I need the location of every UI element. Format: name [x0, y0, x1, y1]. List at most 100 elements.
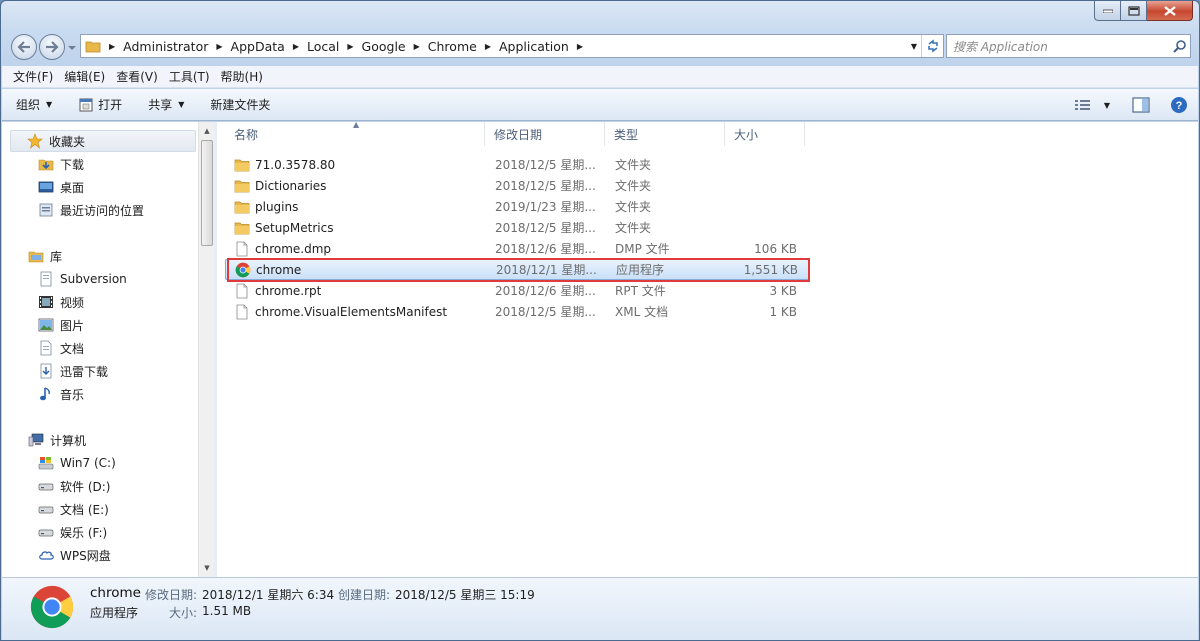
nav-item-drive-c[interactable]: Win7 (C:) [38, 452, 116, 474]
file-modified: 2018/12/5 星期... [495, 179, 596, 193]
nav-item-subversion[interactable]: Subversion [38, 268, 127, 290]
file-modified: 2018/12/6 星期... [495, 242, 596, 256]
new-folder-button[interactable]: 新建文件夹 [210, 96, 270, 113]
music-icon [38, 386, 54, 402]
nav-favorites[interactable]: 收藏夹 [10, 130, 196, 152]
maximize-icon [1127, 5, 1140, 16]
nav-computer[interactable]: 计算机 [28, 429, 86, 451]
file-row[interactable]: chrome 2018/12/1 星期... 应用程序 1,551 KB [225, 259, 809, 280]
nav-libraries[interactable]: 库 [28, 245, 62, 267]
column-header-type[interactable]: 类型 [605, 122, 725, 146]
folder-icon [85, 38, 101, 54]
breadcrumb-item[interactable]: Chrome ▶ [428, 35, 499, 57]
menu-help[interactable]: 帮助(H) [216, 66, 269, 88]
chrome-large-icon [30, 585, 74, 629]
nav-item-wps-cloud[interactable]: WPS网盘 [38, 544, 111, 566]
file-modified: 2018/12/5 星期... [495, 221, 596, 235]
details-created-label: 创建日期: [338, 588, 391, 602]
details-created-value: 2018/12/5 星期三 15:19 [395, 588, 535, 602]
open-button[interactable]: 打开 [78, 96, 122, 113]
details-pane: chrome 修改日期: 2018/12/1 星期六 6:34 创建日期: 20… [2, 577, 1198, 640]
recent-pages-button[interactable] [67, 42, 77, 52]
preview-pane-button[interactable] [1132, 97, 1150, 113]
file-row[interactable]: SetupMetrics 2018/12/5 星期... 文件夹 [225, 217, 809, 238]
nav-item-desktop[interactable]: 桌面 [38, 176, 84, 198]
preview-pane-icon [1132, 97, 1150, 113]
refresh-button[interactable] [921, 35, 943, 57]
menu-view[interactable]: 查看(V) [111, 66, 164, 88]
star-icon [27, 133, 43, 149]
computer-icon [28, 432, 44, 448]
breadcrumb-root-chevron[interactable]: ▶ [101, 35, 123, 57]
search-input[interactable]: 搜索 Application [946, 34, 1191, 58]
details-file-name: chrome [90, 585, 141, 601]
menu-file[interactable]: 文件(F) [8, 66, 59, 88]
file-type: XML 文档 [615, 305, 669, 319]
command-bar: 组织 ▼ 打开 共享 ▼ 新建文件夹 ▼ ? [2, 89, 1198, 121]
nav-item-documents[interactable]: 文档 [38, 337, 84, 359]
nav-item-drive-e[interactable]: 文档 (E:) [38, 498, 109, 520]
navigation-tree: 收藏夹 下载 桌面 最近访问的位置 库 Subversion 视频 图片 文档 … [2, 122, 198, 577]
column-header-modified[interactable]: 修改日期 [485, 122, 605, 146]
file-row[interactable]: Dictionaries 2018/12/5 星期... 文件夹 [225, 175, 809, 196]
library-icon [28, 248, 44, 264]
view-options-button[interactable]: ▼ [1104, 101, 1110, 110]
explorer-window: ▶ Administrator ▶ AppData ▶ Local ▶ Google ▶… [0, 0, 1200, 641]
nav-item-downloads[interactable]: 下载 [38, 153, 84, 175]
nav-item-thunder-downloads[interactable]: 迅雷下载 [38, 360, 108, 382]
file-row[interactable]: chrome.rpt 2018/12/6 星期... RPT 文件 3 KB [225, 280, 809, 301]
scroll-down-arrow[interactable]: ▼ [199, 560, 215, 576]
file-name: chrome.dmp [255, 241, 332, 256]
file-row[interactable]: chrome.dmp 2018/12/6 星期... DMP 文件 106 KB [225, 238, 809, 259]
menu-edit[interactable]: 编辑(E) [59, 66, 111, 88]
address-bar[interactable]: ▶ Administrator ▶ AppData ▶ Local ▶ Google ▶… [80, 34, 944, 58]
file-icon [234, 304, 250, 320]
close-button[interactable] [1147, 1, 1193, 21]
nav-item-videos[interactable]: 视频 [38, 291, 84, 313]
file-name-cell: chrome.rpt [225, 283, 485, 299]
nav-item-pictures[interactable]: 图片 [38, 314, 84, 336]
file-name-cell: 71.0.3578.80 [225, 157, 485, 173]
file-size: 1 KB [769, 304, 797, 319]
scroll-up-arrow[interactable]: ▲ [199, 123, 215, 139]
scrollbar-thumb[interactable] [201, 140, 213, 246]
file-row[interactable]: plugins 2019/1/23 星期... 文件夹 [225, 196, 809, 217]
nav-item-recent-places[interactable]: 最近访问的位置 [38, 199, 144, 221]
column-header-name[interactable]: 名称 ▲ [225, 120, 485, 146]
minimize-button[interactable] [1094, 1, 1121, 21]
menu-bar: 文件(F) 编辑(E) 查看(V) 工具(T) 帮助(H) [2, 66, 1198, 88]
share-button[interactable]: 共享 ▼ [148, 96, 184, 113]
file-type: DMP 文件 [615, 242, 670, 256]
chevron-down-icon [68, 46, 76, 50]
file-size: 3 KB [769, 283, 797, 298]
file-size: 106 KB [754, 241, 797, 256]
breadcrumb-item[interactable]: Administrator ▶ [123, 35, 230, 57]
file-row[interactable]: chrome.VisualElementsManifest 2018/12/5 星… [225, 301, 809, 322]
open-icon [79, 98, 93, 111]
breadcrumb-item[interactable]: Local ▶ [307, 35, 362, 57]
window-caption-buttons [1094, 1, 1193, 21]
address-dropdown-button[interactable]: ▼ [907, 35, 921, 57]
breadcrumb-item[interactable]: Application ▶ [499, 35, 591, 57]
maximize-button[interactable] [1121, 1, 1147, 21]
help-button[interactable]: ? [1170, 96, 1188, 114]
forward-button[interactable] [39, 34, 65, 60]
desktop-icon [38, 179, 54, 195]
back-button[interactable] [11, 34, 37, 60]
file-row[interactable]: 71.0.3578.80 2018/12/5 星期... 文件夹 [225, 154, 809, 175]
search-icon[interactable] [1170, 36, 1190, 56]
file-type: 文件夹 [615, 158, 652, 172]
change-view-button[interactable] [1074, 98, 1092, 112]
nav-item-music[interactable]: 音乐 [38, 383, 84, 405]
file-type: 文件夹 [615, 179, 652, 193]
breadcrumb-item[interactable]: AppData ▶ [231, 35, 307, 57]
file-name-cell: plugins [225, 199, 485, 215]
breadcrumb-item[interactable]: Google ▶ [362, 35, 428, 57]
details-modified-value: 2018/12/1 星期六 6:34 [202, 588, 335, 602]
nav-item-drive-d[interactable]: 软件 (D:) [38, 475, 110, 497]
nav-item-drive-f[interactable]: 娱乐 (F:) [38, 521, 107, 543]
menu-tools[interactable]: 工具(T) [164, 66, 216, 88]
column-header-size[interactable]: 大小 [725, 122, 805, 146]
nav-scrollbar[interactable]: ▲ ▼ [198, 122, 215, 577]
organize-button[interactable]: 组织 ▼ [16, 96, 52, 113]
